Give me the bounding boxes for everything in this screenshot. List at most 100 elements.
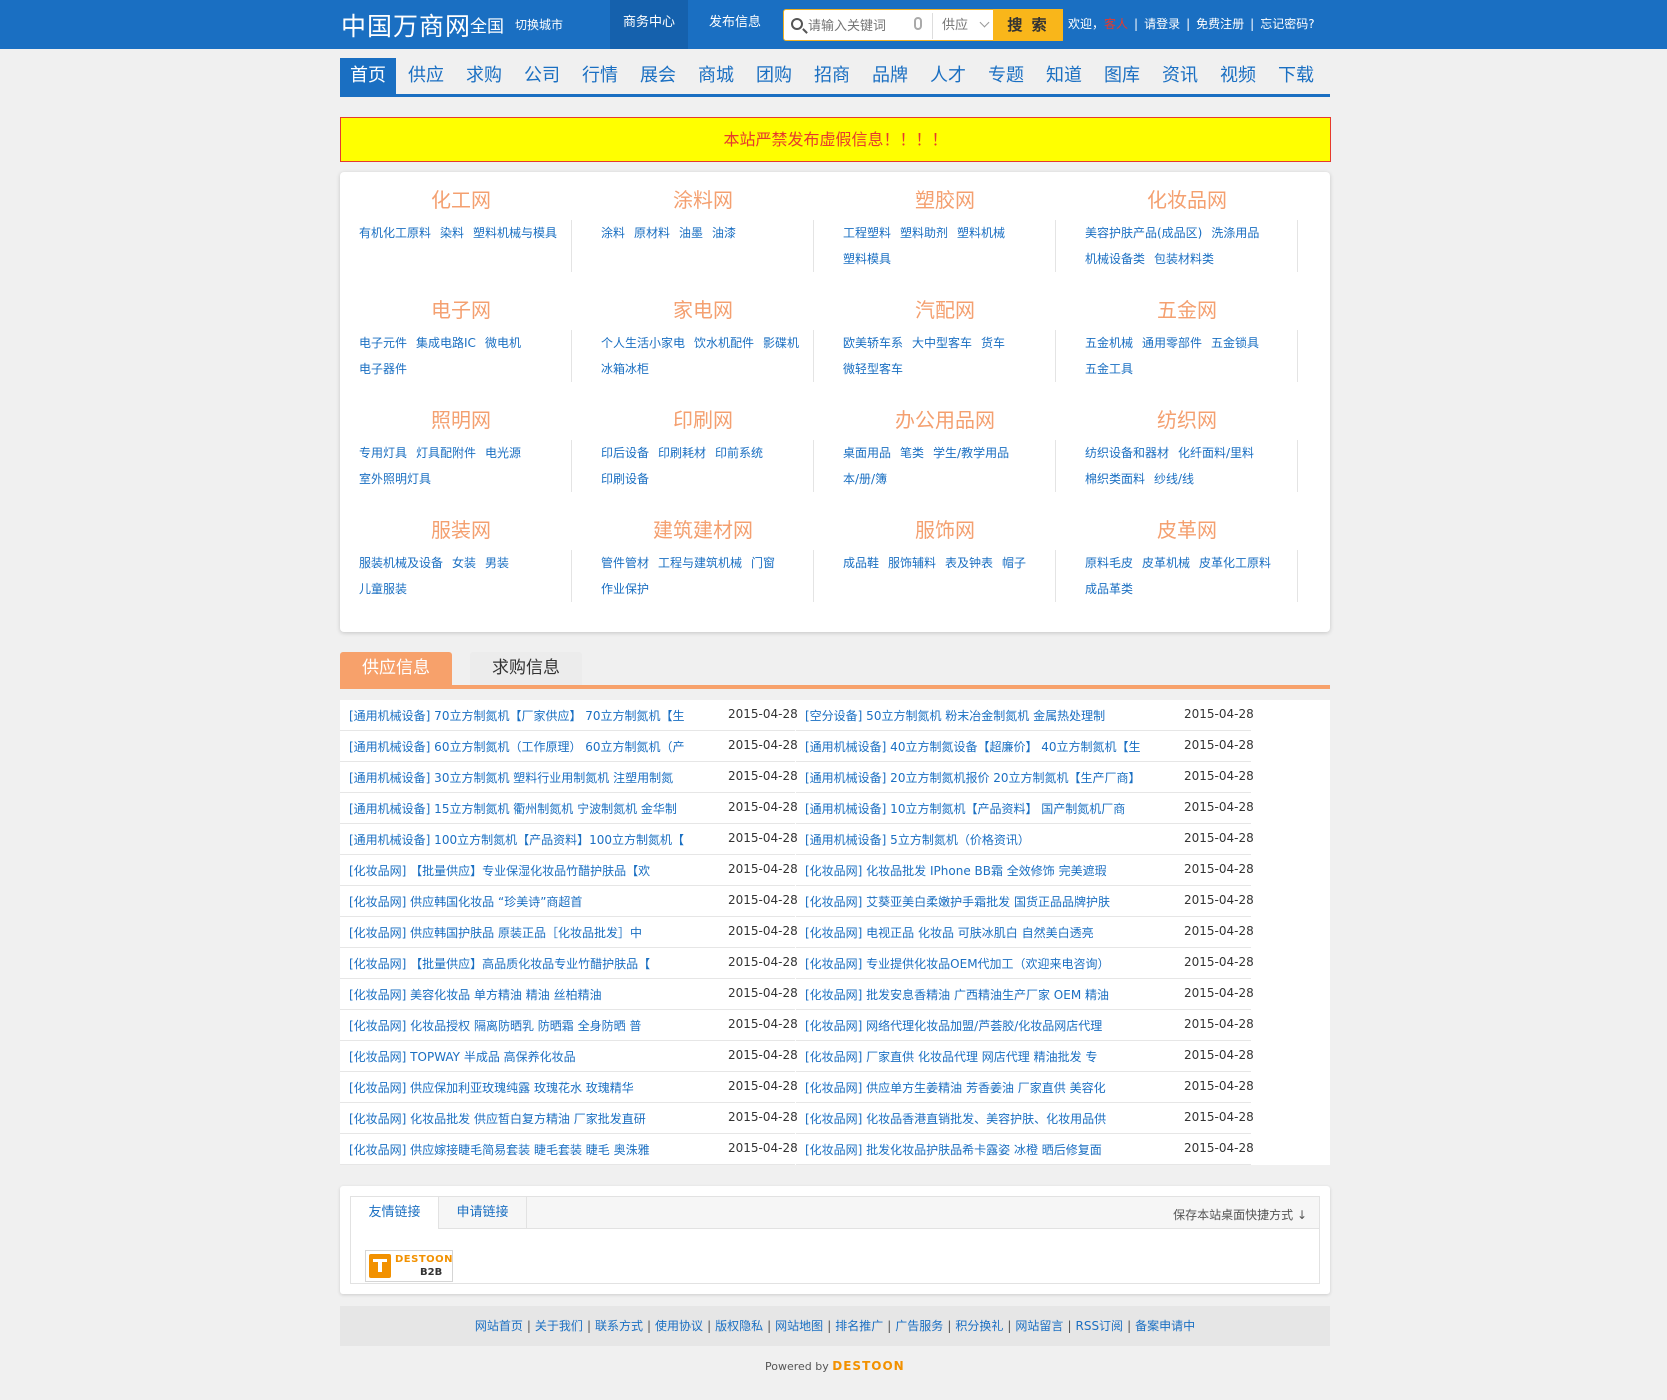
footer-link[interactable]: 广告服务 [895,1319,943,1333]
category-link[interactable]: 影碟机 [763,330,799,356]
category-link[interactable]: 纺织设备和器材 [1085,440,1169,466]
list-item-title[interactable]: [化妆品网] 供应单方生姜精油 芳香姜油 厂家直供 美容化 [805,1079,1145,1096]
category-link[interactable]: 塑料助剂 [900,220,948,246]
category-title[interactable]: 建筑建材网 [582,514,824,543]
nav-item[interactable]: 公司 [514,58,570,94]
category-link[interactable]: 专用灯具 [359,440,407,466]
list-item-title[interactable]: [通用机械设备] 15立方制氮机 衢州制氮机 宁波制氮机 金华制 [349,800,689,817]
microphone-icon[interactable] [914,17,922,30]
category-title[interactable]: 服饰网 [824,514,1066,543]
category-link[interactable]: 表及钟表 [945,550,993,576]
list-item-title[interactable]: [空分设备] 50立方制氮机 粉末冶金制氮机 金属热处理制 [805,707,1145,724]
category-link[interactable]: 皮革机械 [1142,550,1190,576]
category-link[interactable]: 印刷设备 [601,466,649,492]
category-link[interactable]: 有机化工原料 [359,220,431,246]
tab-friend-links[interactable]: 友情链接 [351,1197,439,1229]
category-link[interactable]: 桌面用品 [843,440,891,466]
category-link[interactable]: 成品革类 [1085,576,1133,602]
tab-buy[interactable]: 求购信息 [470,652,582,685]
list-item-title[interactable]: [通用机械设备] 70立方制氮机【厂家供应】 70立方制氮机【生 [349,707,689,724]
list-item-title[interactable]: [化妆品网] TOPWAY 半成品 高保养化妆品 [349,1048,689,1065]
register-link[interactable]: 免费注册 [1196,17,1244,31]
nav-item[interactable]: 专题 [978,58,1034,94]
category-link[interactable]: 皮革化工原料 [1199,550,1271,576]
category-link[interactable]: 印刷耗材 [658,440,706,466]
category-title[interactable]: 印刷网 [582,404,824,433]
destoon-b2b-logo[interactable]: DESTOON B2B [365,1250,453,1282]
nav-item[interactable]: 商城 [688,58,744,94]
category-link[interactable]: 笔类 [900,440,924,466]
category-title[interactable]: 化妆品网 [1066,184,1308,213]
category-link[interactable]: 灯具配附件 [416,440,476,466]
list-item-title[interactable]: [化妆品网] 【批量供应】专业保湿化妆品竹醋护肤品【欢 [349,862,689,879]
category-link[interactable]: 女装 [452,550,476,576]
category-link[interactable]: 服装机械及设备 [359,550,443,576]
nav-item[interactable]: 资讯 [1152,58,1208,94]
category-title[interactable]: 皮革网 [1066,514,1308,543]
category-link[interactable]: 包装材料类 [1154,246,1214,272]
category-link[interactable]: 成品鞋 [843,550,879,576]
save-shortcut-link[interactable]: 保存本站桌面快捷方式 ↓ [1173,1206,1307,1223]
category-link[interactable]: 服饰辅料 [888,550,936,576]
switch-city-link[interactable]: 切换城市 [515,16,563,33]
category-link[interactable]: 塑料模具 [843,246,891,272]
category-link[interactable]: 学生/教学用品 [933,440,1009,466]
list-item-title[interactable]: [通用机械设备] 10立方制氮机【产品资料】 国产制氮机厂商 [805,800,1145,817]
search-type-select[interactable]: 供应 [932,13,990,39]
category-link[interactable]: 五金机械 [1085,330,1133,356]
nav-item[interactable]: 视频 [1210,58,1266,94]
nav-item[interactable]: 展会 [630,58,686,94]
category-link[interactable]: 塑料机械与模具 [473,220,557,246]
category-link[interactable]: 饮水机配件 [694,330,754,356]
footer-link[interactable]: RSS订阅 [1075,1319,1123,1333]
list-item-title[interactable]: [化妆品网] 供应保加利亚玫瑰纯露 玫瑰花水 玫瑰精华 [349,1079,689,1096]
list-item-title[interactable]: [化妆品网] 批发化妆品护肤品希卡露姿 冰橙 晒后修复面 [805,1141,1145,1158]
search-input[interactable] [808,16,918,36]
nav-item[interactable]: 人才 [920,58,976,94]
nav-item[interactable]: 招商 [804,58,860,94]
list-item-title[interactable]: [化妆品网] 化妆品香港直销批发、美容护肤、化妆用品供 [805,1110,1145,1127]
footer-link[interactable]: 版权隐私 [715,1319,763,1333]
category-link[interactable]: 五金工具 [1085,356,1133,382]
category-link[interactable]: 五金锁具 [1211,330,1259,356]
list-item-title[interactable]: [化妆品网] 供应嫁接睫毛简易套装 睫毛套装 睫毛 奥洙雅 [349,1141,689,1158]
category-link[interactable]: 塑料机械 [957,220,1005,246]
category-link[interactable]: 室外照明灯具 [359,466,431,492]
nav-item[interactable]: 首页 [340,58,396,94]
category-link[interactable]: 原材料 [634,220,670,246]
login-link[interactable]: 请登录 [1144,17,1180,31]
category-link[interactable]: 棉织类面料 [1085,466,1145,492]
category-link[interactable]: 男装 [485,550,509,576]
category-link[interactable]: 本/册/簿 [843,466,887,492]
list-item-title[interactable]: [化妆品网] 供应韩国化妆品 “珍美诗”商超首 [349,893,689,910]
nav-item[interactable]: 团购 [746,58,802,94]
category-link[interactable]: 印后设备 [601,440,649,466]
footer-link[interactable]: 关于我们 [535,1319,583,1333]
business-center-button[interactable]: 商务中心 [610,0,688,49]
footer-link[interactable]: 排名推广 [835,1319,883,1333]
list-item-title[interactable]: [化妆品网] 美容化妆品 单方精油 精油 丝柏精油 [349,986,689,1003]
list-item-title[interactable]: [化妆品网] 艾葵亚美白柔嫩护手霜批发 国货正品品牌护肤 [805,893,1145,910]
list-item-title[interactable]: [化妆品网] 专业提供化妆品OEM代加工（欢迎来电咨询） [805,955,1145,972]
category-link[interactable]: 通用零部件 [1142,330,1202,356]
category-link[interactable]: 油漆 [712,220,736,246]
footer-link[interactable]: 网站地图 [775,1319,823,1333]
category-title[interactable]: 化工网 [340,184,582,213]
footer-link[interactable]: 积分换礼 [955,1319,1003,1333]
category-title[interactable]: 涂料网 [582,184,824,213]
site-logo[interactable]: 中国万商网 [341,7,471,43]
category-title[interactable]: 纺织网 [1066,404,1308,433]
nav-item[interactable]: 下载 [1268,58,1324,94]
list-item-title[interactable]: [化妆品网] 批发安息香精油 广西精油生产厂家 OEM 精油 [805,986,1145,1003]
nav-item[interactable]: 品牌 [862,58,918,94]
nav-item[interactable]: 图库 [1094,58,1150,94]
list-item-title[interactable]: [化妆品网] 厂家直供 化妆品代理 网店代理 精油批发 专 [805,1048,1145,1065]
list-item-title[interactable]: [通用机械设备] 30立方制氮机 塑料行业用制氮机 注塑用制氮 [349,769,689,786]
category-title[interactable]: 五金网 [1066,294,1308,323]
category-link[interactable]: 集成电路IC [416,330,476,356]
category-link[interactable]: 原料毛皮 [1085,550,1133,576]
category-title[interactable]: 办公用品网 [824,404,1066,433]
list-item-title[interactable]: [化妆品网] 【批量供应】高品质化妆品专业竹醋护肤品【 [349,955,689,972]
category-link[interactable]: 美容护肤产品(成品区) [1085,220,1202,246]
tab-apply-link[interactable]: 申请链接 [439,1197,527,1229]
